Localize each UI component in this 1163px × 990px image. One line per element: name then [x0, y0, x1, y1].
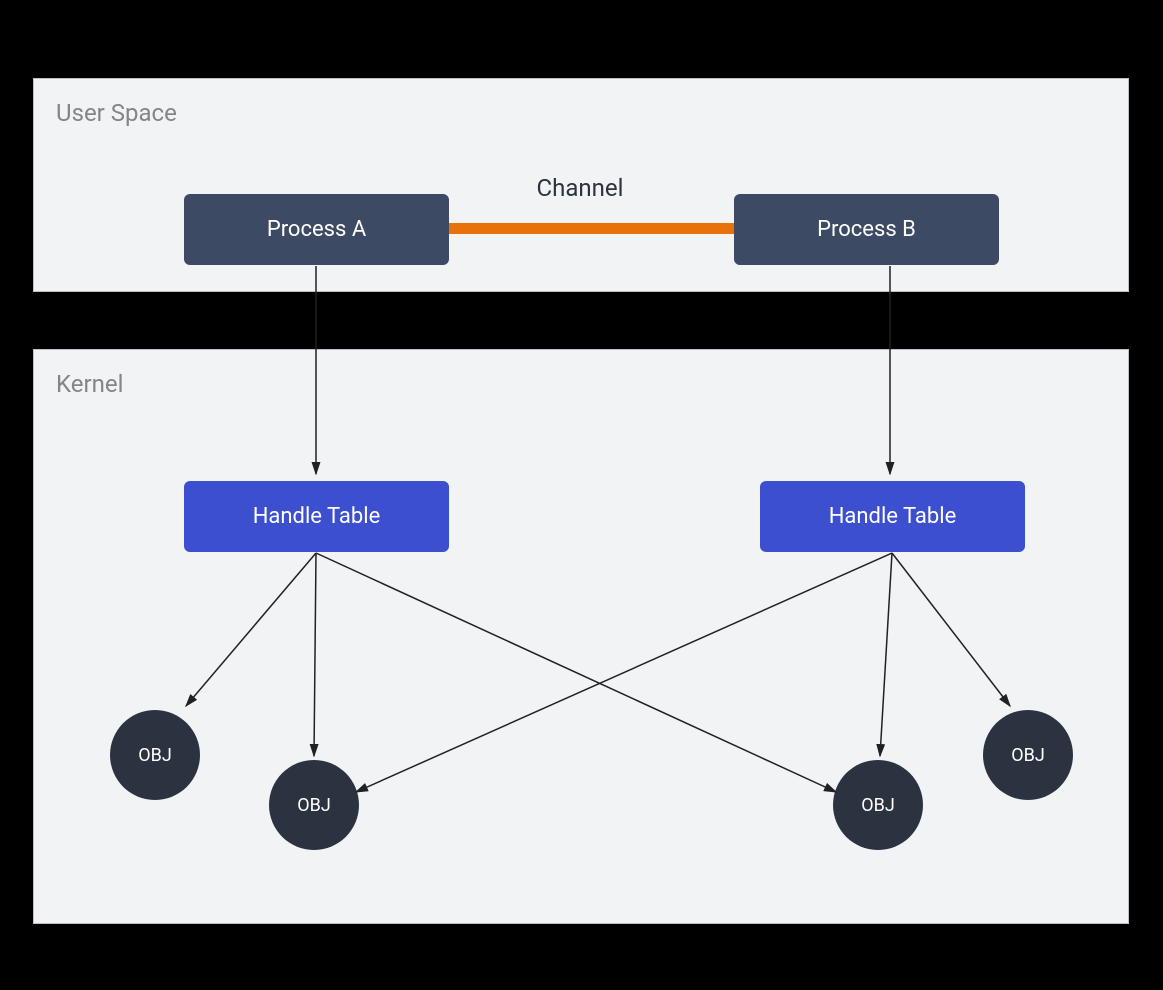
obj-2: OBJ	[269, 760, 359, 850]
handle-table-b-label: Handle Table	[829, 504, 957, 529]
diagram-canvas: User Space Kernel Channel Process A Proc…	[0, 0, 1163, 990]
handle-table-b-box: Handle Table	[760, 481, 1025, 552]
obj-4-label: OBJ	[1011, 745, 1045, 766]
kernel-title: Kernel	[56, 370, 123, 398]
obj-2-label: OBJ	[297, 795, 331, 816]
obj-3: OBJ	[833, 760, 923, 850]
obj-3-label: OBJ	[861, 795, 895, 816]
process-b-label: Process B	[817, 217, 916, 242]
handle-table-a-label: Handle Table	[253, 504, 381, 529]
obj-4: OBJ	[983, 710, 1073, 800]
process-a-label: Process A	[267, 217, 366, 242]
obj-1-label: OBJ	[138, 745, 172, 766]
process-b-box: Process B	[734, 194, 999, 265]
kernel-panel: Kernel	[33, 349, 1129, 924]
channel-line	[414, 223, 764, 234]
process-a-box: Process A	[184, 194, 449, 265]
user-space-title: User Space	[56, 99, 177, 127]
obj-1: OBJ	[110, 710, 200, 800]
handle-table-a-box: Handle Table	[184, 481, 449, 552]
channel-label: Channel	[510, 174, 650, 202]
